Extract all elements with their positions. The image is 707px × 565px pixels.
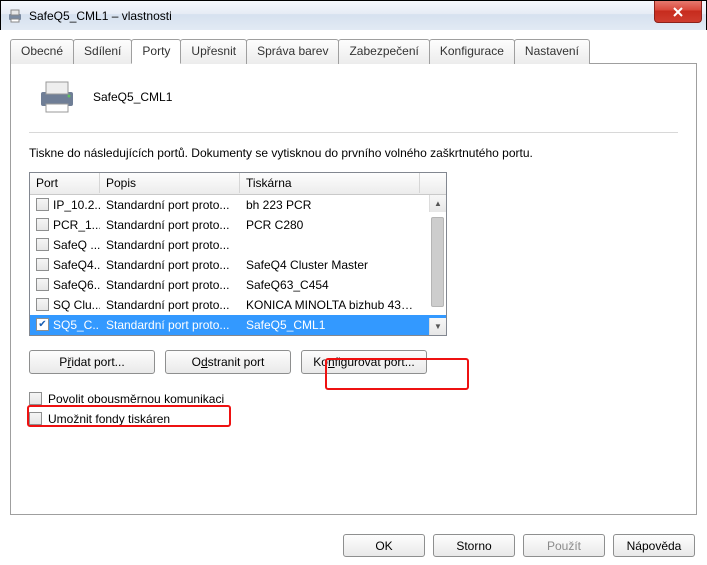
ports-description: Tiskne do následujících portů. Dokumenty… <box>29 145 678 162</box>
dialog-footer: OK Storno Použít Nápověda <box>343 534 695 557</box>
port-desc: Standardní port proto... <box>100 236 240 254</box>
port-name: SafeQ4... <box>53 258 100 272</box>
port-desc: Standardní port proto... <box>100 276 240 294</box>
printer-small-icon <box>7 8 23 24</box>
bidirectional-checkbox-row[interactable]: Povolit obousměrnou komunikaci <box>29 392 678 406</box>
configure-port-button[interactable]: Konfigurovat port... <box>301 350 427 374</box>
port-name: IP_10.2... <box>53 198 100 212</box>
port-name: SafeQ ... <box>53 238 100 252</box>
scrollbar-thumb[interactable] <box>431 217 444 307</box>
port-checkbox[interactable] <box>36 318 49 331</box>
port-checkbox[interactable] <box>36 238 49 251</box>
port-checkbox[interactable] <box>36 278 49 291</box>
port-printer: bh 223 PCR <box>240 196 420 214</box>
bidirectional-checkbox[interactable] <box>29 392 42 405</box>
printer-icon <box>37 80 77 114</box>
printer-pool-label: Umožnit fondy tiskáren <box>48 412 170 426</box>
port-list-header: Port Popis Tiskárna <box>30 173 446 195</box>
port-desc: Standardní port proto... <box>100 316 240 334</box>
port-desc: Standardní port proto... <box>100 256 240 274</box>
cancel-button[interactable]: Storno <box>433 534 515 557</box>
tab-security[interactable]: Zabezpečení <box>338 39 429 64</box>
port-checkbox[interactable] <box>36 198 49 211</box>
tab-sharing[interactable]: Sdílení <box>73 39 132 64</box>
delete-port-button[interactable]: Odstranit port <box>165 350 291 374</box>
col-port[interactable]: Port <box>30 173 100 193</box>
separator <box>29 132 678 133</box>
port-printer: SafeQ4 Cluster Master <box>240 256 420 274</box>
scroll-down-icon[interactable]: ▼ <box>429 318 446 335</box>
printer-pool-checkbox[interactable] <box>29 412 42 425</box>
port-list: Port Popis Tiskárna IP_10.2...Standardní… <box>29 172 447 336</box>
port-checkbox[interactable] <box>36 218 49 231</box>
port-desc: Standardní port proto... <box>100 216 240 234</box>
titlebar: SafeQ5_CML1 – vlastnosti <box>1 1 706 31</box>
port-name: SafeQ6... <box>53 278 100 292</box>
tab-settings[interactable]: Nastavení <box>514 39 590 64</box>
tab-ports[interactable]: Porty <box>131 39 181 64</box>
port-printer: SafeQ5_CML1 <box>240 316 420 334</box>
apply-button[interactable]: Použít <box>523 534 605 557</box>
port-row[interactable]: SQ5_C...Standardní port proto...SafeQ5_C… <box>30 315 446 335</box>
port-name: SQ Clu... <box>53 298 100 312</box>
port-name: SQ5_C... <box>53 318 100 332</box>
printer-pool-checkbox-row[interactable]: Umožnit fondy tiskáren <box>29 412 678 426</box>
dialog-body: Obecné Sdílení Porty Upřesnit Správa bar… <box>0 30 707 565</box>
tab-config[interactable]: Konfigurace <box>429 39 515 64</box>
port-printer: PCR C280 <box>240 216 420 234</box>
port-checkbox[interactable] <box>36 298 49 311</box>
tab-panel-ports: SafeQ5_CML1 Tiskne do následujících port… <box>10 63 697 515</box>
col-desc[interactable]: Popis <box>100 173 240 193</box>
printer-name: SafeQ5_CML1 <box>93 90 172 104</box>
tab-strip: Obecné Sdílení Porty Upřesnit Správa bar… <box>10 39 697 64</box>
port-list-body[interactable]: IP_10.2...Standardní port proto...bh 223… <box>30 195 446 336</box>
tab-advanced[interactable]: Upřesnit <box>180 39 247 64</box>
scroll-up-icon[interactable]: ▲ <box>429 195 446 212</box>
port-name: PCR_1... <box>53 218 100 232</box>
window-title: SafeQ5_CML1 – vlastnosti <box>29 9 172 23</box>
col-printer[interactable]: Tiskárna <box>240 173 420 193</box>
ok-button[interactable]: OK <box>343 534 425 557</box>
tab-color[interactable]: Správa barev <box>246 39 339 64</box>
port-row[interactable]: SQ Clu...Standardní port proto...KONICA … <box>30 295 446 315</box>
port-checkbox[interactable] <box>36 258 49 271</box>
bidirectional-label: Povolit obousměrnou komunikaci <box>48 392 224 406</box>
add-port-button[interactable]: Přidat port... <box>29 350 155 374</box>
port-row[interactable]: IP_10.2...Standardní port proto...bh 223… <box>30 195 446 215</box>
port-desc: Standardní port proto... <box>100 196 240 214</box>
help-button[interactable]: Nápověda <box>613 534 695 557</box>
port-desc: Standardní port proto... <box>100 296 240 314</box>
port-printer: KONICA MINOLTA bizhub 43 P... <box>240 296 420 314</box>
port-printer <box>240 243 420 247</box>
port-row[interactable]: SafeQ6...Standardní port proto...SafeQ63… <box>30 275 446 295</box>
close-button[interactable] <box>654 1 702 23</box>
port-row[interactable]: SafeQ4...Standardní port proto...SafeQ4 … <box>30 255 446 275</box>
port-printer: SafeQ63_C454 <box>240 276 420 294</box>
port-row[interactable]: SafeQ ...Standardní port proto... <box>30 235 446 255</box>
port-row[interactable]: PCR_1...Standardní port proto...PCR C280 <box>30 215 446 235</box>
tab-general[interactable]: Obecné <box>10 39 74 64</box>
